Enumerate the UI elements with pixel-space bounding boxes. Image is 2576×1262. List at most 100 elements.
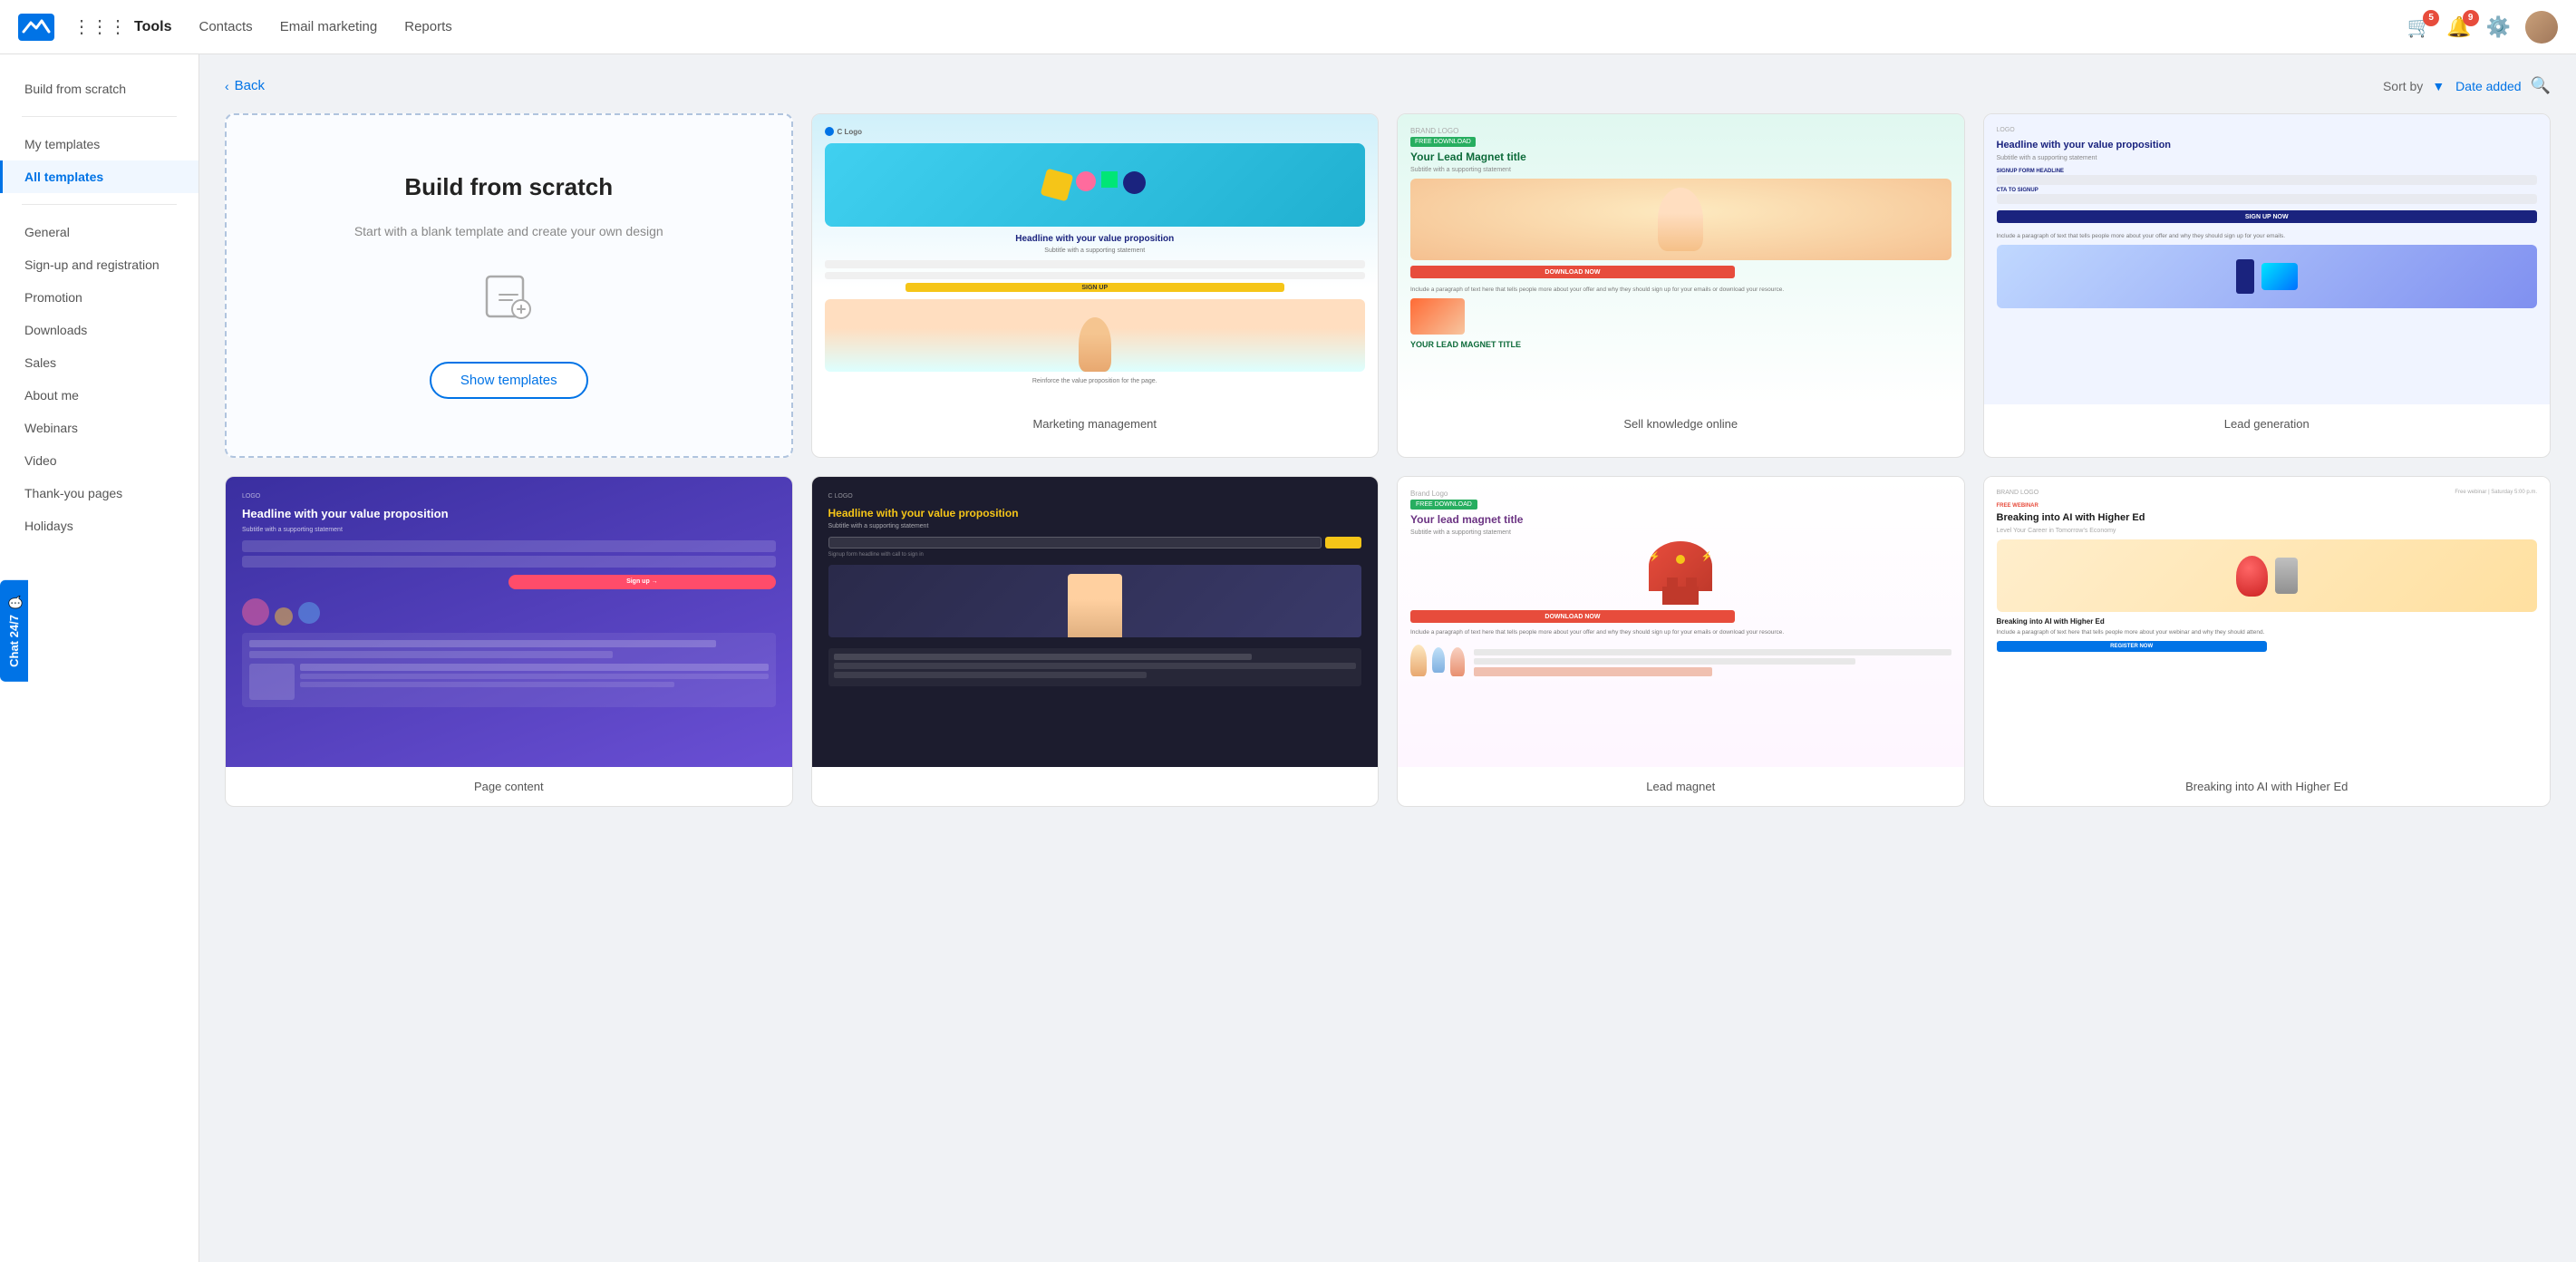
template-thumbnail-marketing: C Logo Headline with your value proposit… <box>812 114 1379 404</box>
nav-email-marketing[interactable]: Email marketing <box>280 19 378 34</box>
mini-cta-btn: SIGN UP <box>905 283 1284 292</box>
template-card-lead-generation[interactable]: LOGO Headline with your value propositio… <box>1983 113 2552 458</box>
template-card-sell-knowledge[interactable]: BRAND LOGO FREE DOWNLOAD Your Lead Magne… <box>1397 113 1965 458</box>
mini-magnet-btn: DOWNLOAD NOW <box>1410 610 1735 623</box>
template-label-lead: Lead generation <box>1984 404 2551 443</box>
mini-lead-magnet-sub: Subtitle with a supporting statement <box>1410 167 1951 173</box>
search-icon[interactable]: 🔍 <box>2531 76 2551 95</box>
toolbar-row: ‹ Back Sort by ▼ Date added 🔍 <box>225 76 2551 95</box>
mini-headline: Headline with your value proposition <box>1015 234 1174 244</box>
mini-edu-logo: BRAND LOGO <box>1997 490 2039 496</box>
sidebar-item-all-templates[interactable]: All templates <box>0 160 199 193</box>
sort-row: Sort by ▼ Date added 🔍 <box>2383 76 2551 95</box>
mini-isometric-graphic <box>1997 245 2538 308</box>
mini-promo1-cta: Sign up → <box>508 575 775 589</box>
template-card-lead-magnet[interactable]: Brand Logo FREE DOWNLOAD Your lead magne… <box>1397 476 1965 807</box>
sidebar-item-promotion[interactable]: Promotion <box>0 281 199 314</box>
template-card-marketing-management[interactable]: C Logo Headline with your value proposit… <box>811 113 1380 458</box>
template-label-dark <box>812 767 1379 792</box>
mini-magnet-brand: Brand Logo <box>1410 490 1448 498</box>
template-thumbnail-knowledge: BRAND LOGO FREE DOWNLOAD Your Lead Magne… <box>1398 114 1964 404</box>
tools-label: Tools <box>134 19 171 35</box>
chat-widget-icon: 💬 <box>7 595 21 609</box>
back-button[interactable]: ‹ Back <box>225 78 265 93</box>
sidebar-item-general[interactable]: General <box>0 216 199 248</box>
mini-download-btn: DOWNLOAD NOW <box>1410 266 1735 278</box>
sort-arrow-icon: ▼ <box>2432 79 2445 93</box>
header-right: 🛒 5 🔔 9 ⚙️ <box>2407 11 2558 44</box>
nav-contacts[interactable]: Contacts <box>199 19 252 34</box>
mini-dark-field <box>828 537 1322 548</box>
scratch-template-icon <box>481 269 536 335</box>
mini-promo1-headline: Headline with your value proposition <box>242 507 776 521</box>
mini-magnet-title: Your lead magnet title <box>1410 513 1951 526</box>
sidebar-divider-1 <box>22 116 177 117</box>
sidebar-item-video[interactable]: Video <box>0 444 199 477</box>
cart-badge: 5 <box>2423 10 2439 26</box>
main-nav: Contacts Email marketing Reports <box>199 19 2407 34</box>
mini-lead-magnet-title: Your Lead Magnet title <box>1410 150 1951 163</box>
mini-edu-image <box>1997 539 2538 612</box>
template-thumbnail-promo1: LOGO Headline with your value propositio… <box>226 477 792 767</box>
sidebar: Build from scratch My templates All temp… <box>0 54 199 1262</box>
sidebar-item-thank-you-pages[interactable]: Thank-you pages <box>0 477 199 510</box>
mini-field-1 <box>825 260 1366 267</box>
nav-reports[interactable]: Reports <box>404 19 452 34</box>
sidebar-item-webinars[interactable]: Webinars <box>0 412 199 444</box>
apps-grid-icon[interactable]: ⋮⋮⋮ <box>73 15 127 38</box>
sidebar-item-downloads[interactable]: Downloads <box>0 314 199 346</box>
template-card-dark[interactable]: C LOGO Headline with your value proposit… <box>811 476 1380 807</box>
mini-promo1-field-2 <box>242 556 776 568</box>
template-label-knowledge: Sell knowledge online <box>1398 404 1964 443</box>
sidebar-item-about-me[interactable]: About me <box>0 379 199 412</box>
mini-lady-graphic <box>1410 179 1951 260</box>
template-label-edu: Breaking into AI with Higher Ed <box>1984 767 2551 806</box>
mini-edu-headline2: Breaking into AI with Higher Ed <box>1997 617 2538 626</box>
mini-magnet-free-badge: FREE DOWNLOAD <box>1410 500 1477 510</box>
settings-icon-wrap[interactable]: ⚙️ <box>2486 15 2511 39</box>
template-card-promo1[interactable]: LOGO Headline with your value propositio… <box>225 476 793 807</box>
chat-widget-label: Chat 24/7 <box>7 615 21 667</box>
template-card-edu[interactable]: BRAND LOGO Free webinar | Saturday 5:00 … <box>1983 476 2552 807</box>
page-layout: Build from scratch My templates All temp… <box>0 54 2576 1262</box>
mini-subtext: Subtitle with a supporting statement <box>1044 247 1145 256</box>
chat-widget[interactable]: Chat 24/7 💬 <box>0 580 28 682</box>
mini-dark-logo: C LOGO <box>828 493 1362 500</box>
logo[interactable] <box>18 14 54 41</box>
template-label-promo1: Page content <box>226 767 792 806</box>
sidebar-item-signup-registration[interactable]: Sign-up and registration <box>0 248 199 281</box>
sidebar-item-my-templates[interactable]: My templates <box>0 128 199 160</box>
template-label-marketing: Marketing management <box>812 404 1379 443</box>
sort-label: Sort by <box>2383 79 2423 93</box>
template-thumbnail-edu: BRAND LOGO Free webinar | Saturday 5:00 … <box>1984 477 2551 767</box>
user-avatar[interactable] <box>2525 11 2558 44</box>
mini-edu-para: Include a paragraph of text here that te… <box>1997 628 2538 637</box>
mini-books-graphic <box>1410 298 1465 335</box>
mini-free-badge: FREE DOWNLOAD <box>1410 137 1476 147</box>
back-chevron-icon: ‹ <box>225 79 229 93</box>
sidebar-item-sales[interactable]: Sales <box>0 346 199 379</box>
sidebar-divider-2 <box>22 204 177 205</box>
main-content: ‹ Back Sort by ▼ Date added 🔍 Build from… <box>199 54 2576 1262</box>
mini-brand-logo: BRAND LOGO <box>1410 127 1458 135</box>
template-thumbnail-dark: C LOGO Headline with your value proposit… <box>812 477 1379 767</box>
show-templates-button[interactable]: Show templates <box>430 362 588 399</box>
bell-icon-wrap[interactable]: 🔔 9 <box>2446 15 2471 39</box>
scratch-title: Build from scratch <box>404 172 613 203</box>
sort-select[interactable]: Date added <box>2455 79 2521 93</box>
mini-lead-para: Include a paragraph of text that tells p… <box>1997 232 2538 241</box>
sidebar-item-build-from-scratch[interactable]: Build from scratch <box>0 73 199 105</box>
sidebar-item-holidays[interactable]: Holidays <box>0 510 199 542</box>
mini-dark-sub: Subtitle with a supporting statement <box>828 523 1362 529</box>
mini-form-field-2 <box>1997 194 2538 204</box>
mini-magnet-para: Include a paragraph of text here that te… <box>1410 628 1951 637</box>
template-label-magnet: Lead magnet <box>1398 767 1964 806</box>
cart-icon-wrap[interactable]: 🛒 5 <box>2407 15 2432 39</box>
mini-promo1-field-1 <box>242 540 776 552</box>
build-from-scratch-card[interactable]: Build from scratch Start with a blank te… <box>225 113 793 458</box>
mini-value-text: Reinforce the value proposition for the … <box>1032 377 1157 386</box>
mini-edu-badge: FREE WEBINAR <box>1997 503 2538 509</box>
template-grid: Build from scratch Start with a blank te… <box>225 113 2551 807</box>
template-thumbnail-magnet: Brand Logo FREE DOWNLOAD Your lead magne… <box>1398 477 1964 767</box>
mini-knowledge-para: Include a paragraph of text here that te… <box>1410 286 1951 295</box>
